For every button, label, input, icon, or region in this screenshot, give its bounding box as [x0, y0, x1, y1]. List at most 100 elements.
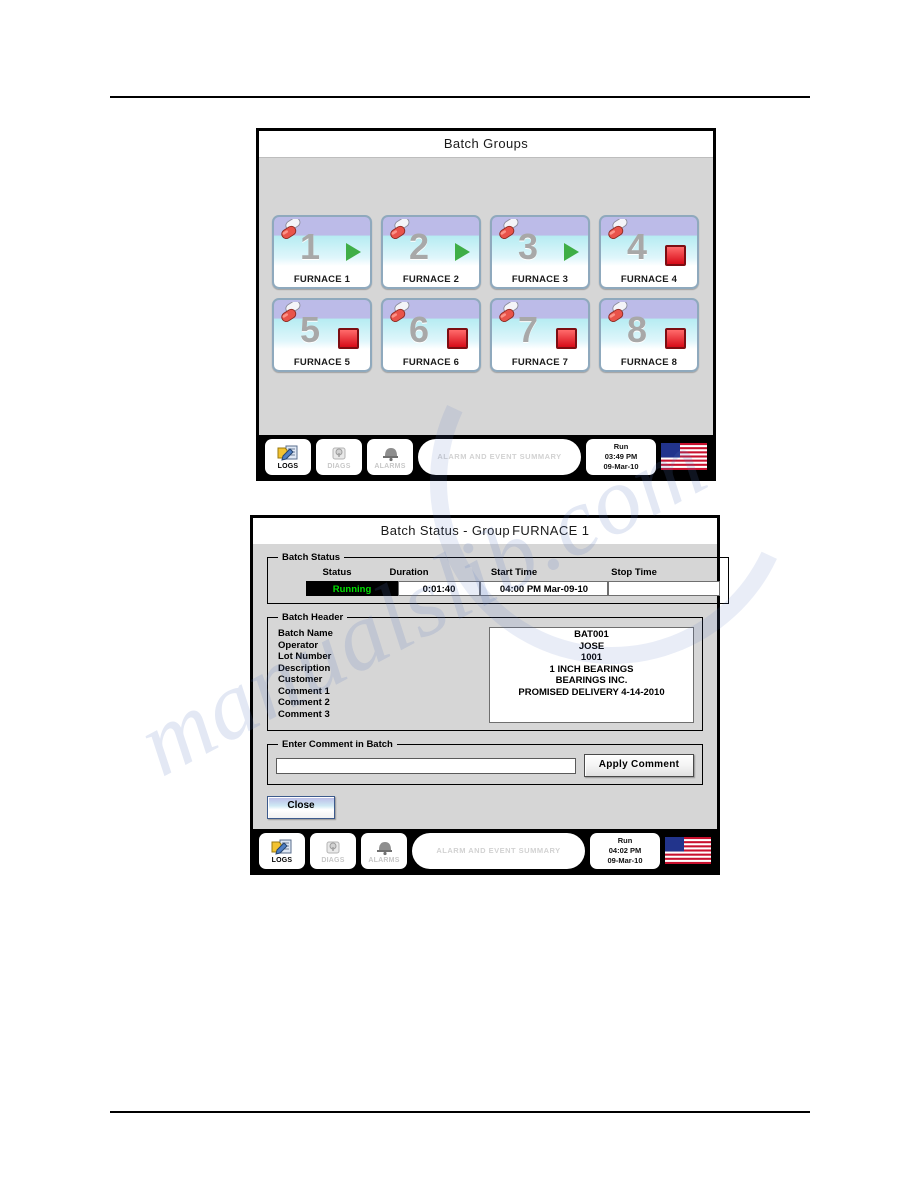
logs-icon — [271, 837, 293, 856]
run-status-date: 09-Mar-10 — [603, 462, 639, 471]
furnace-tile[interactable]: 6 FURNACE 6 — [381, 298, 481, 372]
batch-header-label: Lot Number — [278, 651, 332, 662]
bell-icon — [373, 837, 395, 856]
furnace-tile[interactable]: 5 FURNACE 5 — [272, 298, 372, 372]
furnace-tile[interactable]: 3 FURNACE 3 — [490, 215, 590, 289]
logs-button[interactable]: LOGS — [265, 438, 311, 475]
batch-header-value: JOSE — [578, 640, 605, 652]
furnace-tile-label: FURNACE 7 — [511, 357, 569, 368]
stop-indicator-icon — [338, 328, 359, 349]
stop-time-value — [608, 581, 720, 596]
batch-header-value: PROMISED DELIVERY 4-14-2010 — [518, 686, 665, 698]
batch-groups-title-text: Batch Groups — [443, 136, 529, 151]
bell-icon — [379, 443, 401, 462]
batch-header-label-column: Batch Name Operator Lot Number Description C… — [276, 627, 481, 723]
batch-header-label: Comment 3 — [278, 708, 330, 720]
start-time-value: 04:00 PM Mar-09-10 — [480, 581, 608, 596]
batch-status-window: Batch Status - Group FURNACE 1 Batch Stat… — [250, 515, 729, 875]
run-indicator-icon — [455, 243, 470, 261]
batch-groups-title-bar: Batch Groups — [259, 131, 713, 157]
run-status-mode: Run — [617, 836, 633, 845]
furnace-tile-number: 1 — [300, 226, 321, 267]
batch-status-title-bar: Batch Status - Group FURNACE 1 — [253, 518, 717, 544]
batch-status-value-row: Running 0:01:40 04:00 PM Mar-09-10 — [276, 581, 720, 596]
batch-status-group: Batch Status Status Duration Start Time … — [267, 552, 729, 604]
run-status-panel[interactable]: Run 03:49 PM 09-Mar-10 — [586, 438, 656, 475]
batch-status-legend: Batch Status — [282, 552, 341, 563]
batch-groups-window: Batch Groups 1 FURNACE 1 2 FURNACE 2 3 FURNAC… — [256, 128, 716, 481]
col-header-duration: Duration — [389, 567, 429, 578]
batch-header-label: Operator — [278, 639, 319, 651]
batch-header-label: Description — [278, 662, 331, 674]
diags-button[interactable]: DIAGS — [310, 832, 356, 869]
furnace-tile-number: 2 — [409, 226, 430, 267]
furnace-tile-number: 6 — [409, 309, 430, 350]
batch-header-label: Batch Name — [278, 628, 333, 639]
close-button-row: Close — [267, 796, 703, 819]
batch-header-legend: Batch Header — [282, 612, 344, 623]
run-indicator-icon — [346, 243, 361, 261]
furnace-tile-label: FURNACE 3 — [511, 274, 569, 285]
batch-status-header-row: Status Duration Start Time Stop Time — [276, 567, 720, 578]
logs-button[interactable]: LOGS — [259, 832, 305, 869]
diags-icon — [322, 837, 344, 856]
furnace-tile-label: FURNACE 5 — [293, 357, 351, 368]
furnace-tile-grid: 1 FURNACE 1 2 FURNACE 2 3 FURNACE 3 4 FURNACE 4… — [272, 215, 708, 372]
close-button[interactable]: Close — [267, 796, 335, 819]
logs-icon — [277, 443, 299, 462]
apply-comment-button[interactable]: Apply Comment — [584, 754, 694, 777]
furnace-tile-label: FURNACE 1 — [293, 274, 351, 285]
alarm-summary-bar[interactable]: ALARM AND EVENT SUMMARY — [418, 438, 581, 475]
diags-button-label: DIAGS — [327, 463, 351, 470]
alarms-button-label: ALARMS — [368, 857, 400, 864]
alarm-summary-bar[interactable]: ALARM AND EVENT SUMMARY — [412, 832, 585, 869]
furnace-tile-number: 5 — [300, 309, 321, 350]
furnace-tile-label: FURNACE 4 — [620, 274, 678, 285]
run-status-time: 04:02 PM — [608, 846, 642, 855]
batch-groups-body: 1 FURNACE 1 2 FURNACE 2 3 FURNACE 3 4 FURNACE 4… — [259, 157, 713, 435]
run-status-date: 09-Mar-10 — [607, 856, 643, 865]
diags-button[interactable]: DIAGS — [316, 438, 362, 475]
furnace-tile-label: FURNACE 2 — [402, 274, 460, 285]
furnace-tile[interactable]: 2 FURNACE 2 — [381, 215, 481, 289]
furnace-tile[interactable]: 1 FURNACE 1 — [272, 215, 372, 289]
batch-header-value: BAT001 — [574, 629, 609, 640]
us-flag-icon[interactable] — [665, 837, 711, 864]
comment-input[interactable] — [276, 757, 576, 774]
furnace-tile[interactable]: 8 FURNACE 8 — [599, 298, 699, 372]
enter-comment-legend: Enter Comment in Batch — [282, 739, 393, 750]
furnace-tile-label: FURNACE 8 — [620, 357, 678, 368]
logs-button-label: LOGS — [277, 463, 299, 470]
alarms-button-label: ALARMS — [374, 463, 406, 470]
us-flag-icon[interactable] — [661, 443, 707, 470]
diags-button-label: DIAGS — [321, 857, 345, 864]
enter-comment-group: Enter Comment in Batch Apply Comment — [267, 739, 703, 785]
batch-header-value: BEARINGS INC. — [555, 675, 628, 686]
furnace-tile-number: 8 — [627, 309, 648, 350]
furnace-tile[interactable]: 4 FURNACE 4 — [599, 215, 699, 289]
col-header-stop-time: Stop Time — [611, 567, 657, 578]
batch-header-value: 1 INCH BEARINGS — [549, 663, 634, 675]
alarms-button[interactable]: ALARMS — [361, 832, 407, 869]
page-header-rule — [110, 96, 810, 98]
stop-indicator-icon — [665, 328, 686, 349]
alarm-summary-text: ALARM AND EVENT SUMMARY — [437, 452, 562, 461]
batch-header-group: Batch Header Batch Name Operator Lot Numbe… — [267, 612, 703, 731]
alarms-button[interactable]: ALARMS — [367, 438, 413, 475]
batch-header-value: 1001 — [580, 652, 603, 663]
furnace-tile-number: 4 — [627, 226, 648, 267]
logs-button-label: LOGS — [271, 857, 293, 864]
batch-status-title-text: Batch Status - Group — [380, 523, 511, 538]
batch-status-toolbar: LOGS DIAGS ALARMS ALARM AND EVENT SUMMAR… — [253, 829, 717, 872]
run-status-panel[interactable]: Run 04:02 PM 09-Mar-10 — [590, 832, 660, 869]
alarm-summary-text: ALARM AND EVENT SUMMARY — [436, 846, 561, 855]
furnace-tile-number: 7 — [518, 309, 539, 350]
batch-header-label: Comment 2 — [278, 697, 330, 708]
batch-status-title-group: FURNACE 1 — [512, 523, 590, 538]
batch-header-label: Customer — [278, 674, 323, 685]
furnace-tile[interactable]: 7 FURNACE 7 — [490, 298, 590, 372]
batch-header-label: Comment 1 — [278, 685, 330, 697]
batch-header-value-column: BAT001 JOSE 1001 1 INCH BEARINGS BEARINGS IN… — [489, 627, 694, 723]
diags-icon — [328, 443, 350, 462]
stop-indicator-icon — [447, 328, 468, 349]
